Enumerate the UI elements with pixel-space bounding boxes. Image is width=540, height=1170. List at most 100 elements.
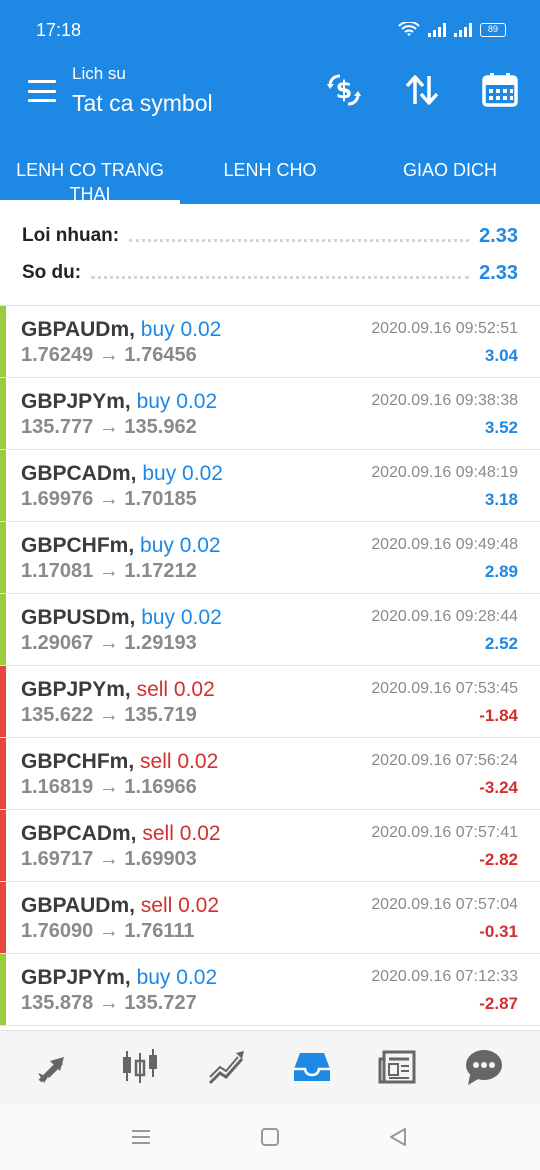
- trade-prices: 1.69717 → 1.69903: [21, 848, 197, 870]
- symbol-name: GBPUSDm,: [21, 606, 136, 629]
- battery-icon: 89: [480, 23, 506, 37]
- inbox-icon[interactable]: [292, 1047, 332, 1087]
- trade-prices: 1.76090 → 1.76111: [21, 920, 195, 942]
- trade-side: sell 0.02: [140, 894, 220, 917]
- trade-symbol: GBPJPYm, buy 0.02: [21, 966, 217, 990]
- trade-profit: 2.89: [484, 562, 518, 581]
- currency-exchange-icon[interactable]: $: [324, 70, 364, 110]
- profit-label: Loi nhuan:: [22, 225, 120, 246]
- svg-text:$: $: [336, 76, 353, 104]
- tab-orders[interactable]: LENH CHO: [180, 158, 360, 182]
- app-header: Lich su Tat ca symbol $: [0, 60, 540, 132]
- header-subtitle: Lich su: [72, 64, 126, 83]
- chart-line-icon[interactable]: [206, 1047, 246, 1087]
- trade-side-indicator: [0, 378, 6, 449]
- trade-time: 2020.09.16 09:38:38: [371, 392, 518, 409]
- trade-time: 2020.09.16 07:57:04: [371, 896, 518, 913]
- trade-list: GBPAUDm, buy 0.02 1.76249 → 1.76456 2020.0…: [0, 306, 540, 1026]
- trade-side: buy 0.02: [142, 462, 223, 485]
- chat-icon[interactable]: [464, 1047, 504, 1087]
- trade-symbol: GBPAUDm, buy 0.02: [21, 318, 221, 342]
- symbol-name: GBPJPYm,: [21, 966, 131, 989]
- signal-icon: [454, 23, 472, 37]
- trade-profit: -1.84: [479, 706, 518, 725]
- trade-side: sell 0.02: [136, 678, 215, 701]
- trade-prices: 1.29067 → 1.29193: [21, 632, 197, 654]
- balance-value: 2.33: [479, 261, 518, 284]
- trade-time: 2020.09.16 09:28:44: [371, 608, 518, 625]
- trade-time: 2020.09.16 09:52:51: [371, 320, 518, 337]
- home-icon[interactable]: [259, 1126, 281, 1148]
- trade-side: buy 0.02: [136, 966, 218, 989]
- trade-side-indicator: [0, 522, 6, 593]
- trade-time: 2020.09.16 07:56:24: [371, 752, 518, 769]
- tab-positions[interactable]: LENH CO TRANG THAI: [10, 158, 170, 206]
- signal-icon: [428, 23, 446, 37]
- trade-time: 2020.09.16 07:53:45: [371, 680, 518, 697]
- dotted-leader: [129, 238, 470, 242]
- sort-icon[interactable]: [402, 70, 442, 110]
- calendar-icon[interactable]: [480, 70, 520, 110]
- trade-side-indicator: [0, 450, 6, 521]
- menu-icon[interactable]: [28, 80, 56, 102]
- trade-time: 2020.09.16 09:49:48: [371, 536, 518, 553]
- trade-row[interactable]: GBPCHFm, buy 0.02 1.17081 → 1.17212 2020.0…: [0, 522, 540, 594]
- balance-row: So du: 2.33: [22, 258, 518, 288]
- trade-symbol: GBPUSDm, buy 0.02: [21, 606, 222, 630]
- trade-row[interactable]: GBPUSDm, buy 0.02 1.29067 → 1.29193 2020.0…: [0, 594, 540, 666]
- trade-side-indicator: [0, 954, 6, 1025]
- symbol-name: GBPJPYm,: [21, 678, 131, 701]
- symbol-name: GBPAUDm,: [21, 894, 135, 917]
- trade-row[interactable]: GBPJPYm, sell 0.02 135.622 → 135.719 2020.…: [0, 666, 540, 738]
- news-icon[interactable]: [378, 1047, 418, 1087]
- wifi-icon: [398, 22, 420, 36]
- symbol-name: GBPCADm,: [21, 822, 137, 845]
- trade-symbol: GBPCADm, sell 0.02: [21, 822, 221, 846]
- symbol-name: GBPJPYm,: [21, 390, 131, 413]
- candlestick-icon[interactable]: [120, 1047, 160, 1087]
- trade-side: sell 0.02: [142, 822, 221, 845]
- trade-profit: -2.82: [479, 850, 518, 869]
- profit-row: Loi nhuan: 2.33: [22, 221, 518, 251]
- trade-profit: 2.52: [484, 634, 518, 653]
- trade-side-indicator: [0, 306, 6, 377]
- trade-row[interactable]: GBPCHFm, sell 0.02 1.16819 → 1.16966 2020.…: [0, 738, 540, 810]
- symbol-name: GBPCHFm,: [21, 750, 135, 773]
- trade-time: 2020.09.16 09:48:19: [371, 464, 518, 481]
- history-tabs: LENH CO TRANG THAI LENH CHO GIAO DICH: [0, 132, 540, 204]
- summary-panel: Loi nhuan: 2.33 So du: 2.33: [0, 204, 540, 306]
- recents-icon[interactable]: [130, 1126, 152, 1148]
- trade-arrows-icon[interactable]: [34, 1047, 74, 1087]
- status-bar: 17:18 89: [0, 0, 540, 60]
- trade-prices: 135.622 → 135.719: [21, 704, 197, 726]
- symbol-filter[interactable]: Tat ca symbol: [72, 90, 213, 117]
- symbol-name: GBPAUDm,: [21, 318, 135, 341]
- trade-profit: 3.18: [484, 490, 518, 509]
- trade-side: buy 0.02: [140, 534, 221, 557]
- trade-side-indicator: [0, 666, 6, 737]
- trade-prices: 1.76249 → 1.76456: [21, 344, 197, 366]
- profit-value: 2.33: [479, 224, 518, 247]
- symbol-name: GBPCHFm,: [21, 534, 135, 557]
- trade-row[interactable]: GBPJPYm, buy 0.02 135.878 → 135.727 2020.0…: [0, 954, 540, 1026]
- trade-profit: -2.87: [479, 994, 518, 1013]
- symbol-name: GBPCADm,: [21, 462, 137, 485]
- trade-profit: 3.52: [484, 418, 518, 437]
- trade-side-indicator: [0, 594, 6, 665]
- trade-profit: 3.04: [484, 346, 518, 365]
- trade-symbol: GBPAUDm, sell 0.02: [21, 894, 219, 918]
- trade-prices: 1.17081 → 1.17212: [21, 560, 197, 582]
- trade-row[interactable]: GBPCADm, buy 0.02 1.69976 → 1.70185 2020.0…: [0, 450, 540, 522]
- back-icon[interactable]: [387, 1126, 409, 1148]
- trade-row[interactable]: GBPAUDm, buy 0.02 1.76249 → 1.76456 2020.0…: [0, 306, 540, 378]
- trade-row[interactable]: GBPJPYm, buy 0.02 135.777 → 135.962 2020.0…: [0, 378, 540, 450]
- trade-side: buy 0.02: [141, 606, 222, 629]
- trade-symbol: GBPJPYm, sell 0.02: [21, 678, 215, 702]
- trade-row[interactable]: GBPCADm, sell 0.02 1.69717 → 1.69903 2020.…: [0, 810, 540, 882]
- trade-time: 2020.09.16 07:57:41: [371, 824, 518, 841]
- trade-row[interactable]: GBPAUDm, sell 0.02 1.76090 → 1.76111 2020.…: [0, 882, 540, 954]
- dotted-leader: [91, 275, 470, 279]
- tab-deals[interactable]: GIAO DICH: [360, 158, 540, 182]
- trade-symbol: GBPJPYm, buy 0.02: [21, 390, 217, 414]
- trade-prices: 1.69976 → 1.70185: [21, 488, 197, 510]
